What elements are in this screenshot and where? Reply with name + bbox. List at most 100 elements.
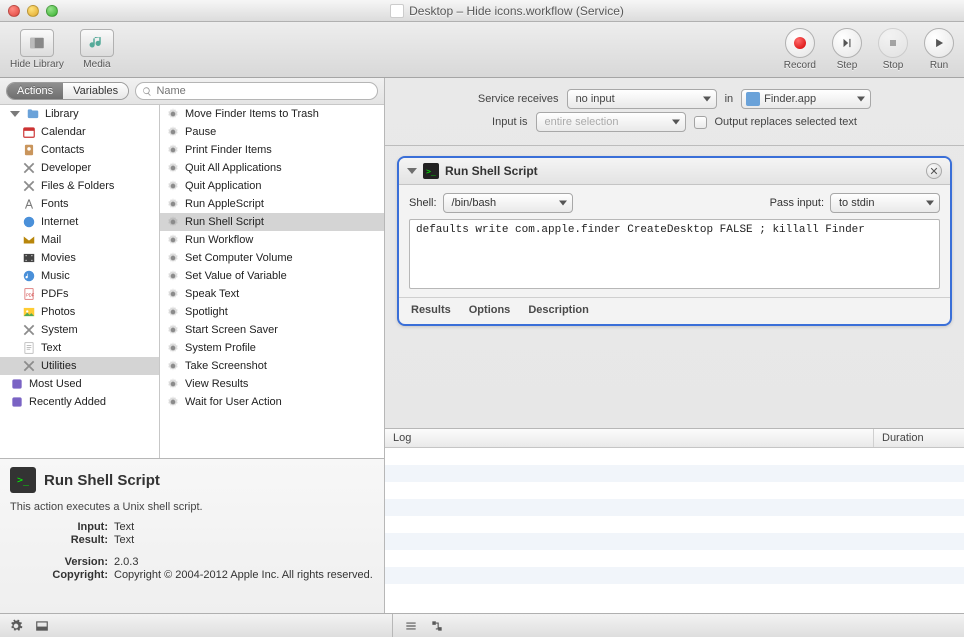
- action-item[interactable]: Speak Text: [160, 285, 384, 303]
- log-rows: [385, 448, 964, 613]
- minimize-icon[interactable]: [27, 5, 39, 17]
- list-view-icon[interactable]: [403, 618, 419, 634]
- run-icon: [924, 28, 954, 58]
- library-item[interactable]: Developer: [0, 159, 159, 177]
- library-smart-item[interactable]: Recently Added: [0, 393, 159, 411]
- footer-results[interactable]: Results: [411, 304, 451, 316]
- action-card-titlebar[interactable]: >_ Run Shell Script ✕: [399, 158, 950, 185]
- action-item[interactable]: Run AppleScript: [160, 195, 384, 213]
- action-item[interactable]: Take Screenshot: [160, 357, 384, 375]
- panel-toggle-icon[interactable]: [34, 618, 50, 634]
- category-icon: [22, 359, 36, 373]
- workflow-canvas[interactable]: >_ Run Shell Script ✕ Shell: /bin/bash P…: [385, 146, 964, 428]
- footer-description[interactable]: Description: [528, 304, 589, 316]
- zoom-icon[interactable]: [46, 5, 58, 17]
- library-tabs[interactable]: Actions Variables: [6, 82, 129, 100]
- record-icon: [785, 28, 815, 58]
- close-icon[interactable]: [8, 5, 20, 17]
- record-button[interactable]: Record: [784, 28, 816, 71]
- close-icon[interactable]: ✕: [926, 163, 942, 179]
- action-item[interactable]: Start Screen Saver: [160, 321, 384, 339]
- library-item[interactable]: Internet: [0, 213, 159, 231]
- service-receives-select[interactable]: no input: [567, 89, 717, 109]
- library-item[interactable]: Music: [0, 267, 159, 285]
- action-icon: [166, 161, 180, 175]
- library-item[interactable]: Movies: [0, 249, 159, 267]
- actions-list[interactable]: Move Finder Items to TrashPausePrint Fin…: [160, 105, 384, 458]
- action-item[interactable]: Spotlight: [160, 303, 384, 321]
- in-label: in: [725, 93, 734, 105]
- log-header[interactable]: Log Duration: [385, 429, 964, 448]
- workflow-pane: Service receives no input in Finder.app …: [385, 78, 964, 613]
- action-item[interactable]: Print Finder Items: [160, 141, 384, 159]
- flow-view-icon[interactable]: [429, 618, 445, 634]
- library-item[interactable]: Contacts: [0, 141, 159, 159]
- action-item[interactable]: System Profile: [160, 339, 384, 357]
- action-icon: [166, 215, 180, 229]
- library-item[interactable]: PDFPDFs: [0, 285, 159, 303]
- action-icon: [166, 233, 180, 247]
- action-item[interactable]: Quit All Applications: [160, 159, 384, 177]
- input-is-label: Input is: [492, 116, 527, 128]
- hide-library-button[interactable]: Hide Library: [10, 29, 64, 70]
- gear-icon[interactable]: [8, 618, 24, 634]
- output-replaces-checkbox[interactable]: [694, 116, 707, 129]
- action-card-run-shell-script[interactable]: >_ Run Shell Script ✕ Shell: /bin/bash P…: [397, 156, 952, 326]
- library-root[interactable]: Library: [0, 105, 159, 123]
- search-field[interactable]: [135, 82, 378, 100]
- action-icon: [166, 179, 180, 193]
- info-description: This action executes a Unix shell script…: [10, 501, 374, 513]
- run-button[interactable]: Run: [924, 28, 954, 71]
- search-input[interactable]: [156, 85, 371, 97]
- action-item[interactable]: Set Value of Variable: [160, 267, 384, 285]
- action-icon: [166, 269, 180, 283]
- action-item[interactable]: Pause: [160, 123, 384, 141]
- library-item[interactable]: Calendar: [0, 123, 159, 141]
- library-categories[interactable]: Library CalendarContactsDeveloperFiles &…: [0, 105, 160, 458]
- category-icon: [22, 161, 36, 175]
- log-col-log[interactable]: Log: [385, 429, 874, 447]
- library-item[interactable]: Text: [0, 339, 159, 357]
- smart-folder-icon: [10, 395, 24, 409]
- stop-button[interactable]: Stop: [878, 28, 908, 71]
- footer-options[interactable]: Options: [469, 304, 511, 316]
- action-item[interactable]: Move Finder Items to Trash: [160, 105, 384, 123]
- svg-text:PDF: PDF: [26, 292, 35, 297]
- log-col-duration[interactable]: Duration: [874, 429, 964, 447]
- library-item[interactable]: Files & Folders: [0, 177, 159, 195]
- action-icon: [166, 107, 180, 121]
- tab-variables[interactable]: Variables: [63, 83, 128, 99]
- action-icon: [166, 341, 180, 355]
- info-value: Copyright © 2004-2012 Apple Inc. All rig…: [114, 569, 374, 581]
- tab-actions[interactable]: Actions: [7, 83, 63, 99]
- shell-select[interactable]: /bin/bash: [443, 193, 573, 213]
- action-item[interactable]: View Results: [160, 375, 384, 393]
- library-item[interactable]: System: [0, 321, 159, 339]
- step-button[interactable]: Step: [832, 28, 862, 71]
- info-title: Run Shell Script: [44, 472, 160, 489]
- action-card-footer: Results Options Description: [399, 297, 950, 324]
- pass-input-select[interactable]: to stdin: [830, 193, 940, 213]
- action-item[interactable]: Set Computer Volume: [160, 249, 384, 267]
- window-title-text: Desktop – Hide icons.workflow (Service): [409, 4, 624, 18]
- category-icon: [22, 323, 36, 337]
- window-title: Desktop – Hide icons.workflow (Service): [58, 4, 956, 18]
- action-item[interactable]: Quit Application: [160, 177, 384, 195]
- action-icon: [166, 287, 180, 301]
- disclosure-down-icon[interactable]: [10, 111, 20, 117]
- info-key: Version:: [10, 556, 114, 568]
- action-item[interactable]: Run Shell Script: [160, 213, 384, 231]
- library-item[interactable]: Photos: [0, 303, 159, 321]
- media-button[interactable]: Media: [80, 29, 114, 70]
- script-textarea[interactable]: defaults write com.apple.finder CreateDe…: [409, 219, 940, 289]
- service-app-select[interactable]: Finder.app: [741, 89, 871, 109]
- library-item[interactable]: Utilities: [0, 357, 159, 375]
- info-key: Copyright:: [10, 569, 114, 581]
- library-item[interactable]: Mail: [0, 231, 159, 249]
- action-item[interactable]: Run Workflow: [160, 231, 384, 249]
- action-item[interactable]: Wait for User Action: [160, 393, 384, 411]
- disclosure-down-icon[interactable]: [407, 168, 417, 174]
- smart-folder-icon: [10, 377, 24, 391]
- library-item[interactable]: Fonts: [0, 195, 159, 213]
- library-smart-item[interactable]: Most Used: [0, 375, 159, 393]
